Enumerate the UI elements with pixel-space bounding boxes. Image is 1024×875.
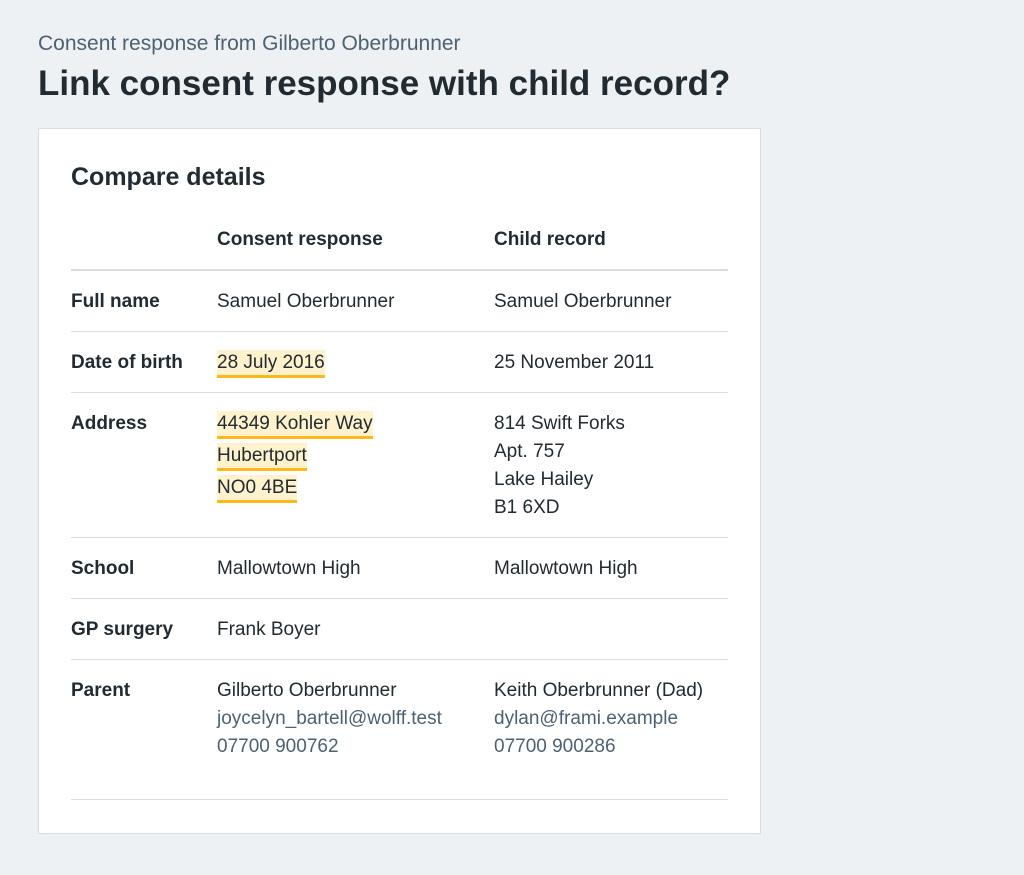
row-label: Full name <box>71 291 160 312</box>
consent-gp-surgery: Frank Boyer <box>217 619 321 640</box>
table-row-gp-surgery: GP surgery Frank Boyer <box>71 599 728 660</box>
consent-full-name: Samuel Oberbrunner <box>217 291 395 312</box>
table-row-parent: Parent Gilberto Oberbrunner joycelyn_bar… <box>71 660 728 800</box>
consent-parent: Gilberto Oberbrunner joycelyn_bartell@wo… <box>217 677 442 761</box>
mismatch-highlight: 28 July 2016 <box>217 350 325 378</box>
child-address: 814 Swift Forks Apt. 757 Lake Hailey B1 … <box>494 410 625 522</box>
parent-phone: 07700 900286 <box>494 736 616 757</box>
mismatch-highlight: 44349 Kohler Way <box>217 411 373 439</box>
address-line: Lake Hailey <box>494 469 594 490</box>
address-line: 814 Swift Forks <box>494 413 625 434</box>
table-row-full-name: Full name Samuel Oberbrunner Samuel Ober… <box>71 271 728 332</box>
mismatch-highlight: Hubertport <box>217 443 307 471</box>
table-row-school: School Mallowtown High Mallowtown High <box>71 538 728 599</box>
mismatch-highlight: NO0 4BE <box>217 475 298 503</box>
parent-email: dylan@frami.example <box>494 708 679 729</box>
row-label: Address <box>71 413 148 434</box>
page-title: Link consent response with child record? <box>38 64 731 103</box>
consent-address: 44349 Kohler Way Hubertport NO0 4BE <box>217 410 373 506</box>
child-parent: Keith Oberbrunner (Dad) dylan@frami.exam… <box>494 677 703 761</box>
address-line: Apt. 757 <box>494 441 565 462</box>
page: Consent response from Gilberto Oberbrunn… <box>0 0 1024 875</box>
consent-date-of-birth: 28 July 2016 <box>217 349 325 378</box>
table-header-row: Consent response Child record <box>71 211 728 271</box>
child-full-name: Samuel Oberbrunner <box>494 291 672 312</box>
compare-table: Consent response Child record Full name … <box>71 211 728 800</box>
child-date-of-birth: 25 November 2011 <box>494 352 655 373</box>
parent-phone: 07700 900762 <box>217 736 339 757</box>
row-label: GP surgery <box>71 619 174 640</box>
address-line: B1 6XD <box>494 497 560 518</box>
parent-email: joycelyn_bartell@wolff.test <box>217 708 442 729</box>
compare-card: Compare details Consent response Child r… <box>38 128 761 834</box>
parent-name: Gilberto Oberbrunner <box>217 680 397 701</box>
row-label: Date of birth <box>71 352 183 373</box>
column-header-consent: Consent response <box>217 229 383 250</box>
table-row-address: Address 44349 Kohler Way Hubertport NO0 … <box>71 393 728 538</box>
card-title: Compare details <box>71 163 266 191</box>
consent-school: Mallowtown High <box>217 558 361 579</box>
column-header-child: Child record <box>494 229 606 250</box>
page-caption: Consent response from Gilberto Oberbrunn… <box>38 32 461 55</box>
child-school: Mallowtown High <box>494 558 638 579</box>
table-row-date-of-birth: Date of birth 28 July 2016 25 November 2… <box>71 332 728 393</box>
row-label: School <box>71 558 135 579</box>
row-label: Parent <box>71 680 131 701</box>
parent-name: Keith Oberbrunner (Dad) <box>494 680 704 701</box>
